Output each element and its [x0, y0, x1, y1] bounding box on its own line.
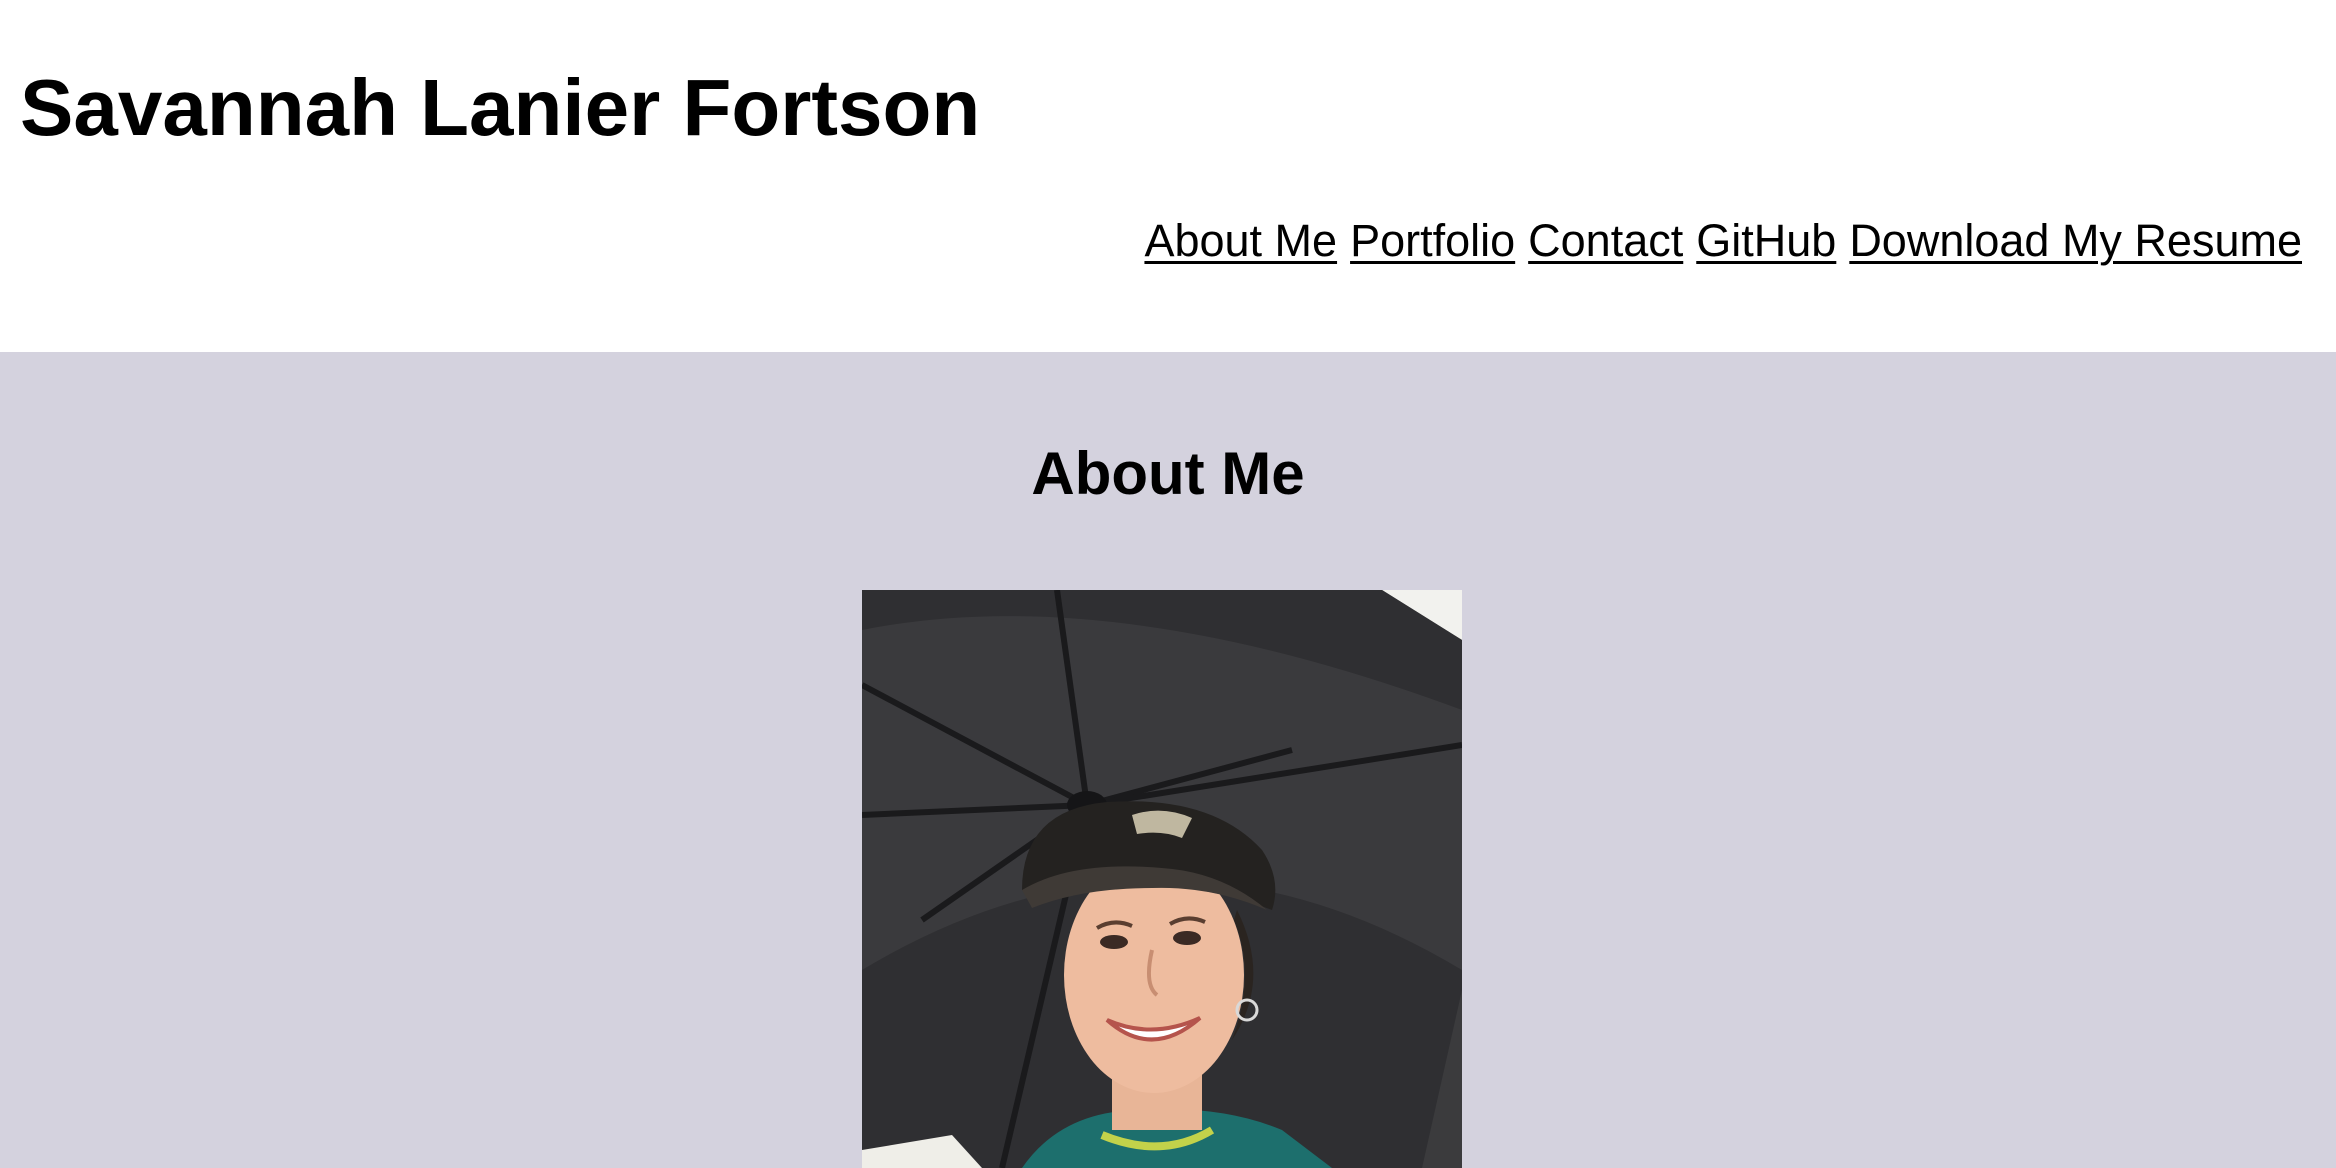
portrait-photo — [862, 590, 1462, 1168]
nav-link-portfolio[interactable]: Portfolio — [1350, 216, 1515, 266]
nav-link-github[interactable]: GitHub — [1696, 216, 1836, 266]
about-section-title: About Me — [1031, 440, 1305, 507]
site-header: Savannah Lanier Fortson About Me Portfol… — [0, 0, 2336, 352]
nav-link-contact[interactable]: Contact — [1528, 216, 1683, 266]
site-title: Savannah Lanier Fortson — [20, 63, 981, 152]
nav-link-about-me[interactable]: About Me — [1144, 216, 1337, 266]
about-section: About Me — [0, 352, 2336, 1168]
main-nav: About Me Portfolio Contact GitHub Downlo… — [1144, 216, 2302, 266]
nav-link-download-resume[interactable]: Download My Resume — [1849, 216, 2302, 266]
